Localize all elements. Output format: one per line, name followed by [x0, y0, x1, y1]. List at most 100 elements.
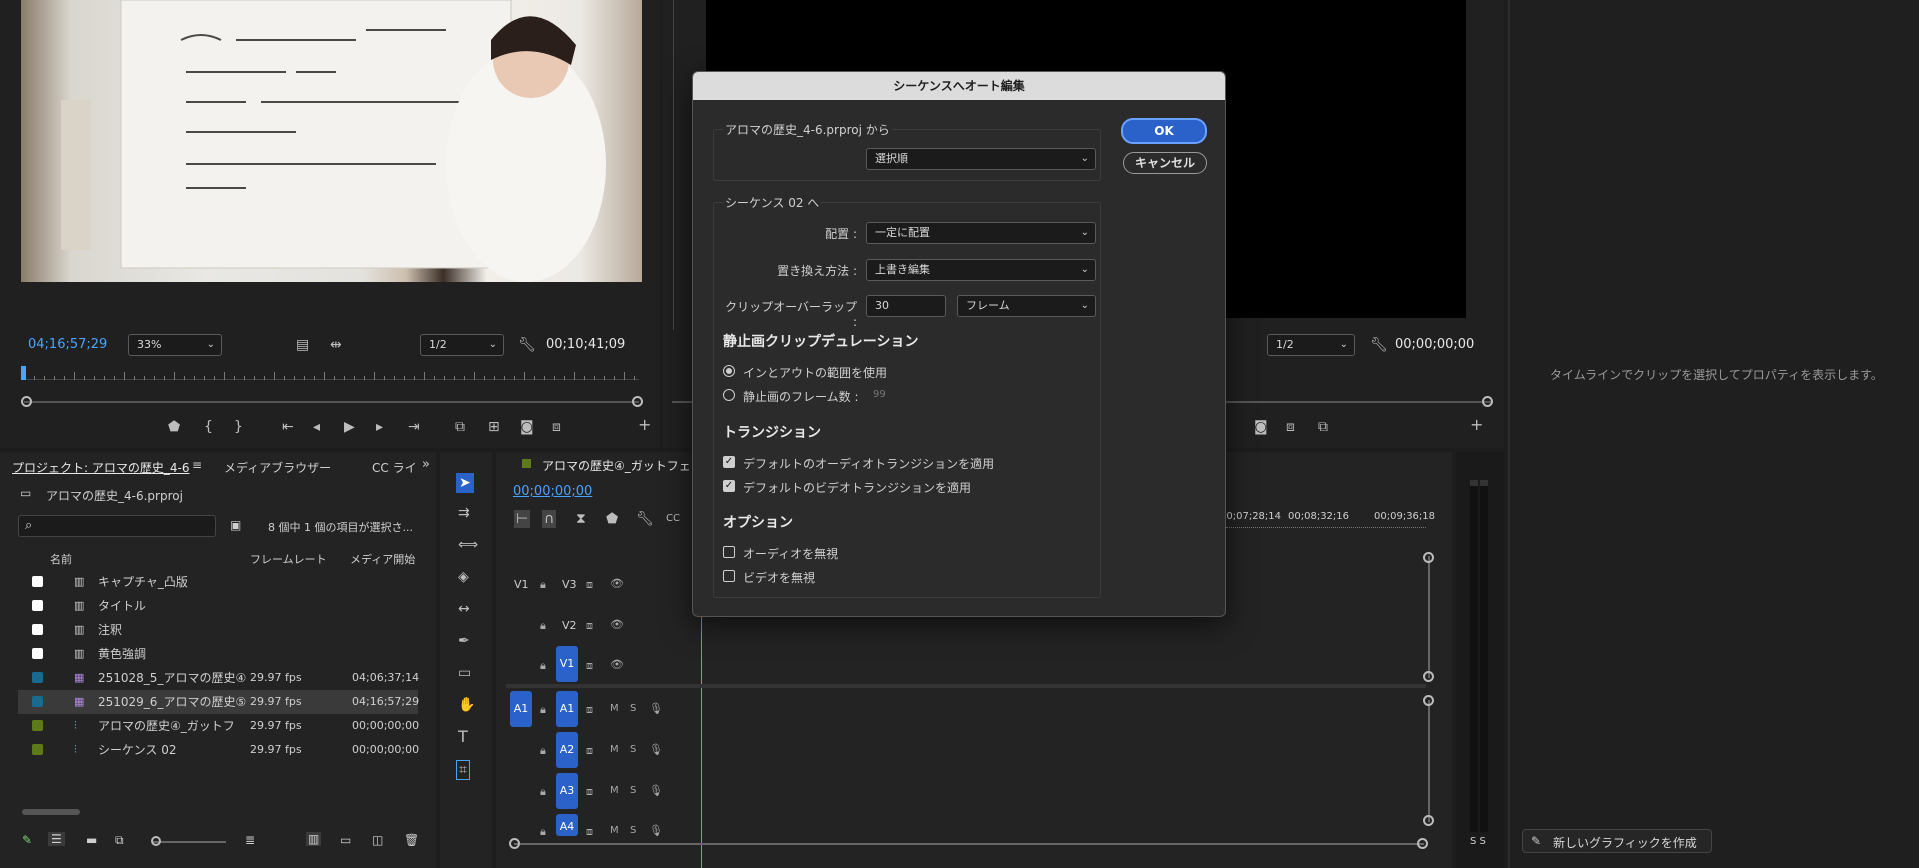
delete-icon[interactable]: 🗑︎ — [404, 833, 419, 847]
step-back-icon[interactable]: ◂ — [313, 420, 320, 434]
list-view-icon[interactable]: ☰ — [48, 832, 65, 846]
new-graphic-button[interactable]: ✎ 新しいグラフィックを作成 — [1522, 829, 1712, 853]
overlap-unit-dropdown[interactable]: フレーム ⌄ — [957, 295, 1096, 317]
source-playhead[interactable] — [21, 366, 26, 380]
drag-video-icon[interactable]: ⇹ — [330, 338, 342, 352]
timeline-timecode[interactable]: 00;00;00;00 — [513, 484, 592, 499]
tab-cc-libraries[interactable]: CC ライブ — [372, 459, 418, 476]
column-framerate[interactable]: フレームレート — [250, 551, 327, 567]
cancel-button[interactable]: キャンセル — [1123, 152, 1207, 174]
track-target-v1[interactable]: V1 — [556, 646, 578, 682]
list-item[interactable]: ▥ キャプチャ_凸版 — [18, 570, 418, 594]
multicam-icon[interactable]: ⧉ — [1318, 420, 1328, 434]
selection-tool-icon[interactable]: ➤ — [456, 473, 474, 493]
compare-icon[interactable]: ⧈ — [1286, 420, 1295, 434]
add-marker-icon[interactable]: ⬟ — [606, 512, 618, 526]
label-swatch[interactable] — [32, 720, 43, 731]
track-divider[interactable] — [506, 684, 1426, 688]
column-media-start[interactable]: メディア開始 — [350, 551, 415, 567]
still-frames-value[interactable]: 99 — [873, 389, 886, 400]
source-patch-v1[interactable]: V1 — [514, 578, 529, 591]
solo-button[interactable]: S — [630, 703, 636, 714]
slip-tool-icon[interactable]: ↔ — [458, 602, 470, 616]
lock-icon[interactable]: 🔒︎ — [540, 659, 546, 673]
panel-menu-icon[interactable]: ≡ — [192, 458, 202, 472]
apply-audio-transition-label[interactable]: デフォルトのオーディオトランジションを適用 — [743, 455, 994, 472]
apply-video-transition-label[interactable]: デフォルトのビデオトランジションを適用 — [743, 479, 971, 496]
track-select-tool-icon[interactable]: ⇉ — [458, 506, 470, 520]
sync-lock-icon[interactable]: ⧈ — [586, 703, 593, 717]
go-to-in-icon[interactable]: ⇤ — [282, 420, 294, 434]
microphone-icon[interactable]: 🎙︎ — [649, 824, 663, 837]
add-button-icon[interactable]: + — [638, 417, 651, 433]
scroll-handle[interactable] — [1423, 695, 1434, 706]
razor-tool-icon[interactable]: ◈ — [458, 570, 469, 584]
sync-lock-icon[interactable]: ⧈ — [586, 785, 593, 799]
label-swatch[interactable] — [32, 744, 43, 755]
track-label-v3[interactable]: V3 — [562, 578, 577, 591]
insert-icon[interactable]: ⧉ — [455, 420, 465, 434]
sync-lock-icon[interactable]: ⧈ — [586, 578, 593, 592]
generative-extend-tool-icon[interactable]: ⌗ — [456, 760, 470, 780]
timeline-settings-icon[interactable]: 🔧︎ — [636, 512, 654, 526]
label-swatch[interactable] — [32, 600, 43, 611]
source-ruler[interactable] — [24, 368, 639, 380]
freeform-view-icon[interactable]: ⧉ — [115, 833, 124, 848]
mark-out-icon[interactable]: } — [234, 420, 243, 434]
tab-media-browser[interactable]: メディアブラウザー — [224, 459, 331, 476]
mute-button[interactable]: M — [610, 825, 619, 836]
timeline-tab[interactable]: アロマの歴史④_ガットフェ — [542, 457, 692, 474]
list-item[interactable]: ⫶ シーケンス 02 29.97 fps 00;00;00;00 — [18, 738, 419, 762]
zoom-dropdown[interactable]: 33% ⌄ — [128, 334, 222, 356]
apply-video-transition-checkbox[interactable]: ✓ — [723, 480, 735, 492]
captions-icon[interactable]: CC — [666, 512, 680, 526]
source-patch-a1[interactable]: A1 — [510, 691, 532, 727]
scroll-handle[interactable] — [1423, 671, 1434, 682]
video-vertical-scrollbar[interactable] — [1428, 556, 1430, 678]
sync-lock-icon[interactable]: ⧈ — [586, 744, 593, 758]
list-item-selected[interactable]: ▦ 251029_6_アロマの歴史⑤ 29.97 fps 04;16;57;29 — [18, 690, 419, 714]
lock-icon[interactable]: 🔒︎ — [540, 825, 546, 839]
source-timecode[interactable]: 04;16;57;29 — [28, 337, 107, 352]
source-zoom-scrollbar[interactable] — [24, 401, 639, 403]
microphone-icon[interactable]: 🎙︎ — [649, 743, 663, 756]
rectangle-tool-icon[interactable]: ▭ — [458, 666, 471, 680]
still-frames-radio[interactable] — [723, 389, 735, 401]
zoom-slider-handle[interactable] — [151, 836, 161, 846]
label-swatch[interactable] — [32, 624, 43, 635]
solo-button[interactable]: S — [630, 744, 636, 755]
scroll-handle-right[interactable] — [1482, 396, 1493, 407]
use-in-out-radio[interactable] — [723, 365, 735, 377]
camera-icon[interactable]: ◙ — [520, 420, 534, 434]
hand-tool-icon[interactable]: ✋ — [458, 698, 475, 712]
lock-icon[interactable]: 🔒︎ — [540, 578, 546, 592]
list-item[interactable]: ▥ 注釈 — [18, 618, 418, 642]
eye-icon[interactable]: 👁︎ — [610, 658, 624, 671]
ignore-audio-label[interactable]: オーディオを無視 — [743, 545, 838, 562]
compare-icon[interactable]: ⧈ — [552, 420, 561, 434]
ripple-edit-tool-icon[interactable]: ⟺ — [458, 538, 478, 552]
lock-icon[interactable]: 🔒︎ — [540, 619, 546, 633]
label-swatch[interactable] — [32, 648, 43, 659]
list-item[interactable]: ▥ タイトル — [18, 594, 418, 618]
go-to-out-icon[interactable]: ⇥ — [408, 420, 420, 434]
linked-selection-icon[interactable]: ⧗ — [576, 512, 586, 526]
program-resolution-dropdown[interactable]: 1/2 ⌄ — [1267, 334, 1355, 356]
list-item[interactable]: ▦ 251028_5_アロマの歴史④ 29.97 fps 04;06;37;14 — [18, 666, 419, 690]
add-marker-icon[interactable]: ⬟ — [168, 420, 180, 434]
search-input[interactable]: ⌕ — [18, 515, 216, 537]
timeline-horizontal-scrollbar[interactable] — [514, 843, 1424, 845]
automate-to-sequence-icon[interactable]: ▥ — [306, 832, 322, 846]
eye-icon[interactable]: 👁︎ — [610, 618, 624, 631]
sync-lock-icon[interactable]: ⧈ — [586, 659, 593, 673]
resolution-dropdown[interactable]: 1/2 ⌄ — [420, 334, 504, 356]
placement-dropdown[interactable]: 一定に配置 ⌄ — [866, 222, 1096, 244]
label-swatch[interactable] — [32, 576, 43, 587]
pencil-icon[interactable]: ✎ — [22, 833, 32, 847]
microphone-icon[interactable]: 🎙︎ — [649, 702, 663, 715]
zoom-slider[interactable] — [152, 841, 226, 843]
apply-audio-transition-checkbox[interactable]: ✓ — [723, 456, 735, 468]
sort-icon[interactable]: ≣ — [245, 833, 255, 847]
sync-lock-icon[interactable]: ⧈ — [586, 825, 593, 839]
find-icon[interactable]: ▭ — [340, 833, 351, 847]
